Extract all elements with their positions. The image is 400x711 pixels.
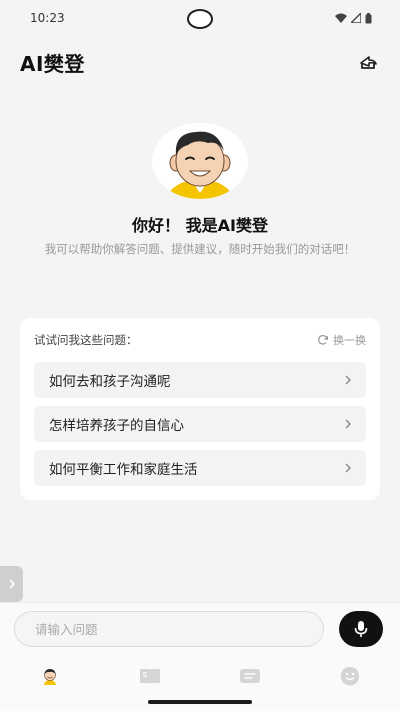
suggestions-card: 试试问我这些问题： 换一换 如何去和孩子沟通呢 怎样培养孩子的自信心 如何平衡工… (20, 318, 380, 500)
chevron-right-icon (8, 579, 15, 589)
refresh-icon (318, 335, 329, 345)
refresh-button[interactable]: 换一换 (317, 332, 366, 348)
chat-icon (240, 669, 260, 683)
status-time: 10:23 (30, 11, 65, 25)
book-icon (140, 669, 160, 684)
tab-books[interactable] (120, 661, 180, 691)
suggestion-label: 怎样培养孩子的自信心 (49, 418, 184, 434)
mic-button[interactable] (339, 611, 383, 647)
refresh-label: 换一换 (333, 334, 366, 347)
input-bar (0, 602, 400, 658)
tab-messages[interactable] (220, 661, 280, 691)
home-indicator[interactable] (148, 700, 252, 704)
suggestion-label: 如何去和孩子沟通呢 (49, 374, 171, 390)
gesture-area (0, 694, 400, 711)
side-expand-tab[interactable] (0, 566, 23, 602)
suggestion-label: 如何平衡工作和家庭生活 (49, 462, 198, 478)
greeting-text: 你好！ 我是AI樊登 (132, 216, 268, 235)
avatar-icon (44, 669, 56, 685)
mic-icon (354, 621, 368, 637)
tab-profile[interactable] (320, 661, 380, 691)
camera-cutout (187, 9, 213, 29)
battery-icon (365, 12, 372, 23)
chevron-right-icon (345, 463, 351, 473)
smile-icon (340, 667, 360, 686)
ai-avatar (152, 123, 248, 199)
suggestions-header: 试试问我这些问题： 换一换 (34, 330, 366, 350)
app-header: AI樊登 (0, 42, 400, 82)
signal-icon (351, 13, 361, 23)
suggestion-item[interactable]: 如何去和孩子沟通呢 (34, 362, 366, 398)
status-icons (335, 12, 372, 24)
question-input[interactable] (14, 611, 324, 647)
app-title: AI樊登 (20, 51, 85, 76)
suggestion-item[interactable]: 怎样培养孩子的自信心 (34, 406, 366, 442)
suggestions-title: 试试问我这些问题： (34, 333, 138, 347)
bottom-tab-bar (0, 658, 400, 694)
suggestion-item[interactable]: 如何平衡工作和家庭生活 (34, 450, 366, 486)
chevron-right-icon (345, 419, 351, 429)
tab-ai-chat[interactable] (20, 661, 80, 691)
intro-text: 我可以帮助你解答问题、提供建议，随时开始我们的对话吧！ (44, 242, 356, 256)
share-icon[interactable] (356, 50, 380, 74)
wifi-icon (335, 13, 347, 23)
chevron-right-icon (345, 375, 351, 385)
